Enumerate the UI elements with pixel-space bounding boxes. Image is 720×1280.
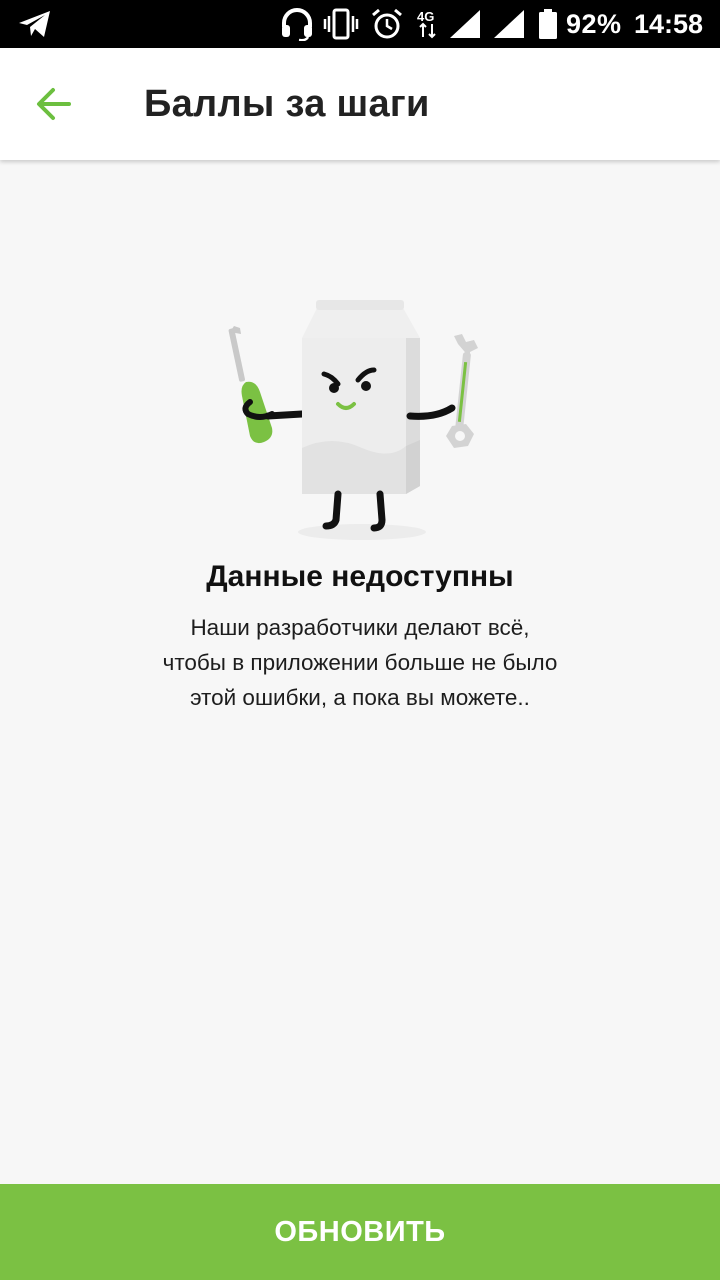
- error-description-line: этой ошибки, а пока вы можете..: [190, 685, 530, 710]
- wrench-icon: [446, 334, 478, 448]
- alarm-icon: [370, 0, 404, 48]
- telegram-icon: [18, 0, 52, 48]
- status-clock: 14:58: [634, 8, 704, 39]
- vibrate-icon: [323, 0, 359, 48]
- page-title: Баллы за шаги: [144, 82, 430, 125]
- signal-icon: [492, 0, 526, 48]
- back-button[interactable]: [24, 76, 84, 132]
- error-description-line: чтобы в приложении больше не было: [162, 650, 558, 675]
- arrow-left-icon: [37, 88, 71, 120]
- screwdriver-icon: [228, 326, 273, 444]
- milk-carton-mascot-illustration: [220, 296, 500, 546]
- battery-icon: [538, 0, 558, 48]
- error-description: Наши разработчики делают всё, чтобы в пр…: [60, 610, 660, 715]
- signal-icon: [448, 0, 482, 48]
- app-bar: Баллы за шаги: [0, 48, 720, 160]
- error-title: Данные недоступны: [206, 560, 514, 593]
- battery-percentage: 92%: [566, 8, 622, 39]
- refresh-button[interactable]: ОБНОВИТЬ: [0, 1184, 720, 1280]
- network-4g-icon: 4G: [414, 0, 442, 48]
- status-bar: 4G 92% 14:58: [0, 0, 720, 48]
- svg-text:4G: 4G: [417, 9, 434, 24]
- error-description-line: Наши разработчики делают всё,: [190, 615, 530, 640]
- headset-icon: [279, 0, 315, 48]
